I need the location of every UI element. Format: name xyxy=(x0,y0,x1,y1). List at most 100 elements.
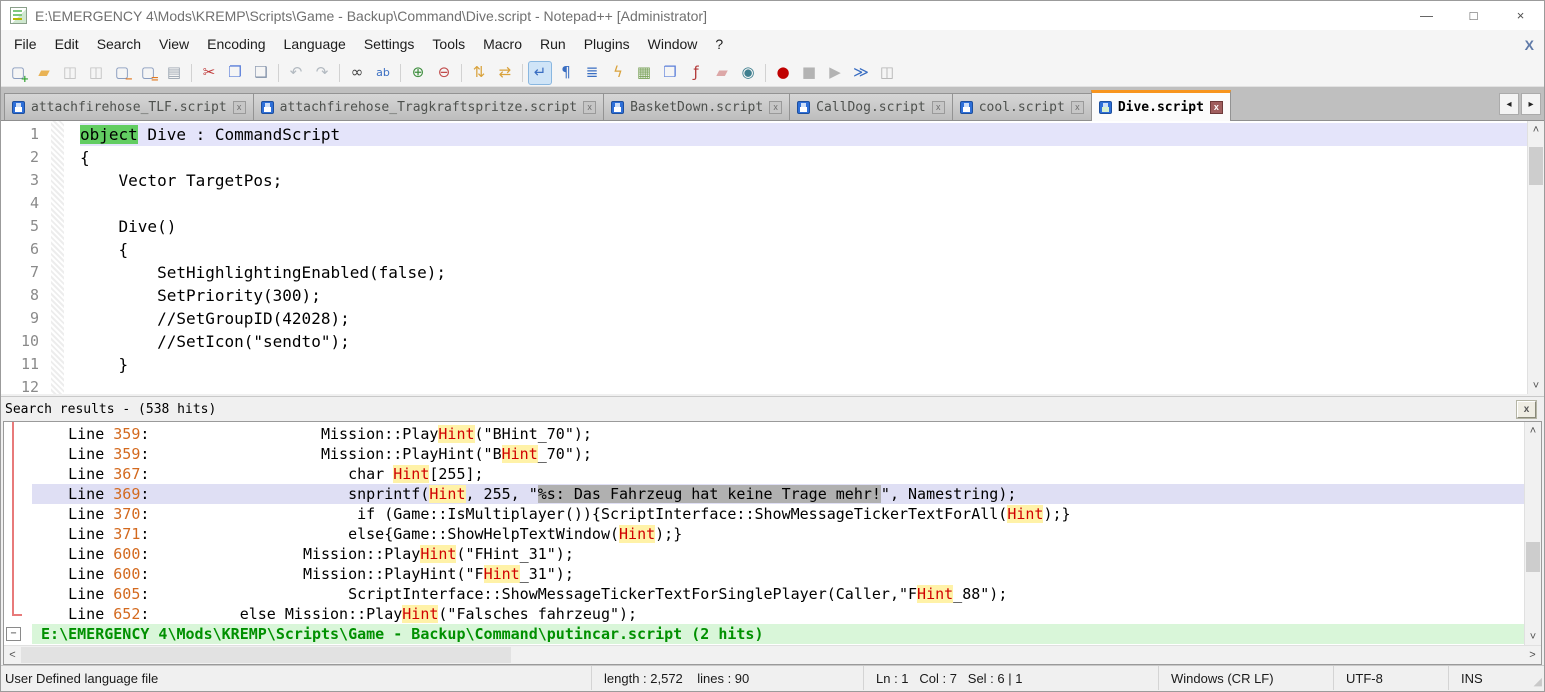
search-result-file-row[interactable]: E:\EMERGENCY 4\Mods\KREMP\Scripts\Game -… xyxy=(32,624,1524,644)
close-button[interactable]: × xyxy=(1497,1,1544,30)
menu-item-run[interactable]: Run xyxy=(531,30,575,59)
tab-close-icon[interactable]: x xyxy=(932,101,945,114)
replace-button[interactable]: ab xyxy=(371,61,395,85)
menu-item-tools[interactable]: Tools xyxy=(423,30,474,59)
close-button[interactable]: ▢− xyxy=(110,61,134,85)
minimize-button[interactable]: — xyxy=(1403,1,1450,30)
zoom-out-button[interactable]: ⊖ xyxy=(432,61,456,85)
macro-save-button[interactable]: ◫ xyxy=(875,61,899,85)
copy-button[interactable]: ❐ xyxy=(223,61,247,85)
tab-scroll-left-button[interactable]: ◂ xyxy=(1499,93,1519,115)
scroll-up-icon[interactable]: ˄ xyxy=(1528,121,1544,138)
search-result-row[interactable]: Line 371: else{Game::ShowHelpTextWindow(… xyxy=(32,524,1524,544)
match-highlight: Hint xyxy=(429,485,465,503)
scroll-down-icon[interactable]: ˅ xyxy=(1525,628,1541,645)
paste-button[interactable]: ❑ xyxy=(249,61,273,85)
redo-button[interactable]: ↷ xyxy=(310,61,334,85)
search-result-row[interactable]: Line 600: Mission::PlayHint("FHint_31"); xyxy=(32,564,1524,584)
search-results-close-button[interactable]: x xyxy=(1517,401,1536,418)
scroll-left-icon[interactable]: ˂ xyxy=(4,646,21,664)
menu-item-help[interactable]: ? xyxy=(706,30,732,59)
word-wrap-button[interactable]: ↵ xyxy=(528,61,552,85)
cut-button[interactable]: ✂ xyxy=(197,61,221,85)
search-result-row[interactable]: Line 359: Mission::PlayHint("BHint_70"); xyxy=(32,424,1524,444)
tab-close-icon[interactable]: x xyxy=(583,101,596,114)
search-result-row[interactable]: Line 605: ScriptInterface::ShowMessageTi… xyxy=(32,584,1524,604)
macro-stop-button[interactable]: ■ xyxy=(797,61,821,85)
search-hscrollbar-thumb[interactable] xyxy=(21,647,511,663)
tab-attachfirehose_TLF-script[interactable]: attachfirehose_TLF.scriptx xyxy=(4,93,254,120)
fold-collapse-icon[interactable]: − xyxy=(6,627,21,641)
open-file-button[interactable]: ▰ xyxy=(32,61,56,85)
result-line-number: 367 xyxy=(113,465,140,483)
scroll-right-icon[interactable]: ˃ xyxy=(1524,646,1541,664)
search-result-row[interactable]: Line 652: else Mission::PlayHint("Falsch… xyxy=(32,604,1524,624)
code-area[interactable]: object Dive : CommandScript{ Vector Targ… xyxy=(80,121,1527,394)
user-defined-dialog-button[interactable]: ϟ xyxy=(606,61,630,85)
new-file-button[interactable]: ▢+ xyxy=(6,61,30,85)
find-button[interactable]: ∞ xyxy=(345,61,369,85)
menu-item-search[interactable]: Search xyxy=(88,30,150,59)
search-result-row[interactable]: Line 369: snprintf(Hint, 255, "%s: Das F… xyxy=(32,484,1524,504)
save-all-button[interactable]: ◫ xyxy=(84,61,108,85)
search-result-row[interactable]: Line 600: Mission::PlayHint("FHint_31"); xyxy=(32,544,1524,564)
tab-attachfirehose_Tragkraftspritze-script[interactable]: attachfirehose_Tragkraftspritze.scriptx xyxy=(253,93,604,120)
macro-record-button[interactable]: ● xyxy=(771,61,795,85)
line-number: 6 xyxy=(1,238,39,261)
menu-item-file[interactable]: File xyxy=(5,30,46,59)
menu-item-edit[interactable]: Edit xyxy=(46,30,88,59)
tab-CallDog-script[interactable]: CallDog.scriptx xyxy=(789,93,953,120)
print-button[interactable]: ▤ xyxy=(162,61,186,85)
show-all-characters-button[interactable]: ¶ xyxy=(554,61,578,85)
resize-grip-icon[interactable]: ◢ xyxy=(1534,675,1542,688)
document-map-button[interactable]: ▦ xyxy=(632,61,656,85)
menu-item-encoding[interactable]: Encoding xyxy=(198,30,274,59)
tab-scroll-right-button[interactable]: ▸ xyxy=(1521,93,1541,115)
menu-item-language[interactable]: Language xyxy=(275,30,355,59)
search-result-row[interactable]: Line 370: if (Game::IsMultiplayer()){Scr… xyxy=(32,504,1524,524)
zoom-in-button[interactable]: ⊕ xyxy=(406,61,430,85)
maximize-button[interactable]: □ xyxy=(1450,1,1497,30)
tab-close-icon[interactable]: x xyxy=(769,101,782,114)
tab-close-icon[interactable]: x xyxy=(1210,101,1223,114)
editor-vertical-scrollbar[interactable]: ˄ ˅ xyxy=(1527,121,1544,394)
monitoring-button[interactable]: ◉ xyxy=(736,61,760,85)
sync-vertical-scroll-button[interactable]: ⇅ xyxy=(467,61,491,85)
scroll-up-icon[interactable]: ˄ xyxy=(1525,422,1541,439)
tab-close-icon[interactable]: x xyxy=(1071,101,1084,114)
tab-Dive-script[interactable]: Dive.scriptx xyxy=(1091,90,1231,121)
function-list-button[interactable]: ƒ xyxy=(684,61,708,85)
tab-cool-script[interactable]: cool.scriptx xyxy=(952,93,1092,120)
search-result-row[interactable]: Line 367: char Hint[255]; xyxy=(32,464,1524,484)
menu-item-view[interactable]: View xyxy=(150,30,198,59)
close-all-button[interactable]: ▢= xyxy=(136,61,160,85)
search-result-row[interactable]: Line 359: Mission::PlayHint("BHint_70"); xyxy=(32,444,1524,464)
code-text: //SetIcon("sendto"); xyxy=(80,332,350,351)
menu-item-window[interactable]: Window xyxy=(639,30,707,59)
search-scrollbar-thumb[interactable] xyxy=(1526,542,1540,572)
macro-play-button[interactable]: ▶ xyxy=(823,61,847,85)
macro-run-multiple-button[interactable]: ≫ xyxy=(849,61,873,85)
menu-item-macro[interactable]: Macro xyxy=(474,30,531,59)
scroll-down-icon[interactable]: ˅ xyxy=(1528,377,1544,394)
document-close-icon[interactable]: X xyxy=(1525,37,1534,53)
tab-BasketDown-script[interactable]: BasketDown.scriptx xyxy=(603,93,790,120)
search-horizontal-scrollbar[interactable]: ˂ ˃ xyxy=(4,645,1541,664)
editor-pane[interactable]: 123456789101112 object Dive : CommandScr… xyxy=(1,121,1544,394)
bookmark-margin[interactable] xyxy=(51,121,64,394)
fold-margin[interactable] xyxy=(64,121,80,394)
menu-item-settings[interactable]: Settings xyxy=(355,30,424,59)
search-vertical-scrollbar[interactable]: ˄ ˅ xyxy=(1524,422,1541,645)
sync-horizontal-scroll-button[interactable]: ⇄ xyxy=(493,61,517,85)
show-indent-guide-button[interactable]: ≣ xyxy=(580,61,604,85)
tab-close-icon[interactable]: x xyxy=(233,101,246,114)
result-line-label: Line xyxy=(32,445,113,463)
folder-as-workspace-button[interactable]: ▰ xyxy=(710,61,734,85)
save-button[interactable]: ◫ xyxy=(58,61,82,85)
document-list-button[interactable]: ❒ xyxy=(658,61,682,85)
folder-as-workspace-icon: ▰ xyxy=(716,65,728,80)
undo-button[interactable]: ↶ xyxy=(284,61,308,85)
editor-scrollbar-thumb[interactable] xyxy=(1529,147,1543,185)
code-text: Dive : CommandScript xyxy=(138,125,340,144)
menu-item-plugins[interactable]: Plugins xyxy=(575,30,639,59)
